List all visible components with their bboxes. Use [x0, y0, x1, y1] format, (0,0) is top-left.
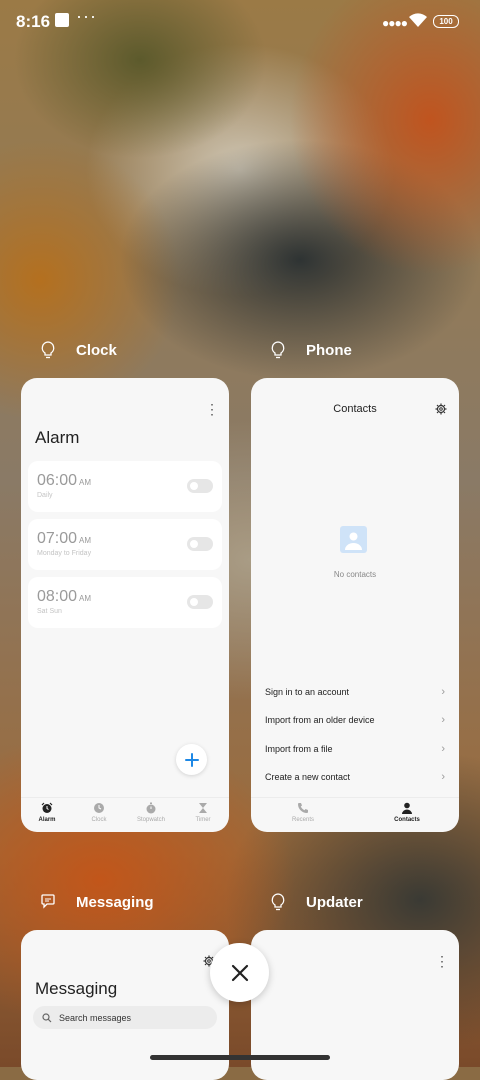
status-time: 8:16 — [16, 12, 51, 31]
notification-icon — [55, 13, 69, 27]
create-contact-option[interactable]: Create a new contact › — [265, 771, 445, 783]
more-options-icon[interactable]: ⋮ — [435, 954, 449, 968]
battery-icon: 100 — [433, 15, 459, 28]
search-messages-input[interactable]: Search messages — [33, 1006, 217, 1029]
clock-app-name: Clock — [76, 341, 117, 359]
clock-bottom-nav: Alarm Clock Stopwatch Timer — [21, 797, 229, 832]
phone-app-card[interactable]: Contacts No contacts Sign in to an accou… — [251, 378, 459, 832]
plus-icon — [184, 752, 199, 767]
alarm-item[interactable]: 08:00 AM Sat Sun — [28, 577, 222, 628]
wifi-icon — [408, 12, 428, 33]
updater-app-name: Updater — [306, 893, 363, 911]
messaging-app-icon — [38, 892, 58, 912]
updater-app-header[interactable]: Updater — [268, 892, 363, 912]
status-bar: 8:16 ··· ●●●● 100 — [0, 0, 480, 44]
alarm-time: 06:00 AM — [37, 472, 92, 489]
stopwatch-icon — [145, 802, 157, 814]
import-file-option[interactable]: Import from a file › — [265, 743, 445, 755]
chevron-right-icon: › — [441, 771, 445, 783]
person-icon — [401, 802, 413, 814]
nav-stopwatch[interactable]: Stopwatch — [125, 798, 177, 832]
clock-app-header[interactable]: Clock — [38, 340, 117, 360]
close-icon — [231, 964, 248, 981]
phone-app-icon — [268, 340, 288, 360]
contacts-title: Contacts — [333, 403, 377, 415]
alarm-toggle[interactable] — [187, 479, 213, 493]
alarm-toggle[interactable] — [187, 537, 213, 551]
phone-icon — [297, 802, 309, 814]
home-indicator[interactable] — [150, 1055, 330, 1060]
import-old-device-option[interactable]: Import from an older device › — [265, 714, 445, 726]
messaging-app-name: Messaging — [76, 893, 154, 911]
phone-bottom-nav: Recents Contacts — [251, 797, 459, 832]
clock-icon — [93, 802, 105, 814]
timer-icon — [197, 802, 209, 814]
messaging-app-header[interactable]: Messaging — [38, 892, 154, 912]
no-contacts-text: No contacts — [333, 570, 377, 579]
phone-app-name: Phone — [306, 341, 352, 359]
search-icon — [42, 1012, 52, 1023]
nav-timer[interactable]: Timer — [177, 798, 229, 832]
alarm-time: 07:00 AM — [37, 530, 92, 547]
chevron-right-icon: › — [441, 686, 445, 698]
phone-app-header[interactable]: Phone — [268, 340, 352, 360]
alarm-time: 08:00 AM — [37, 588, 92, 605]
messaging-title: Messaging — [35, 979, 118, 998]
clock-app-icon — [38, 340, 58, 360]
alarm-toggle[interactable] — [187, 595, 213, 609]
signal-icon: ●●●● — [382, 16, 408, 30]
alarm-repeat: Daily — [37, 492, 53, 499]
settings-gear-icon[interactable] — [435, 402, 447, 420]
alarm-item[interactable]: 06:00 AM Daily — [28, 461, 222, 512]
nav-alarm[interactable]: Alarm — [21, 798, 73, 832]
sign-in-option[interactable]: Sign in to an account › — [265, 686, 445, 698]
more-options-icon[interactable]: ⋮ — [205, 402, 219, 416]
nav-recents[interactable]: Recents — [251, 798, 355, 832]
nav-clock[interactable]: Clock — [73, 798, 125, 832]
alarm-icon — [41, 802, 53, 814]
empty-contacts-icon — [340, 526, 367, 553]
clock-app-card[interactable]: ⋮ Alarm 06:00 AM Daily 07:00 AM Monday to … — [21, 378, 229, 832]
chevron-right-icon: › — [441, 714, 445, 726]
alarm-repeat: Sat Sun — [37, 608, 62, 615]
updater-app-icon — [268, 892, 288, 912]
nav-contacts[interactable]: Contacts — [355, 798, 459, 832]
alarm-repeat: Monday to Friday — [37, 550, 92, 557]
alarm-title: Alarm — [35, 428, 80, 447]
add-alarm-button[interactable] — [176, 744, 207, 775]
clear-all-button[interactable] — [210, 943, 269, 1002]
more-notifications-icon: ··· — [76, 6, 97, 26]
chevron-right-icon: › — [441, 743, 445, 755]
alarm-item[interactable]: 07:00 AM Monday to Friday — [28, 519, 222, 570]
